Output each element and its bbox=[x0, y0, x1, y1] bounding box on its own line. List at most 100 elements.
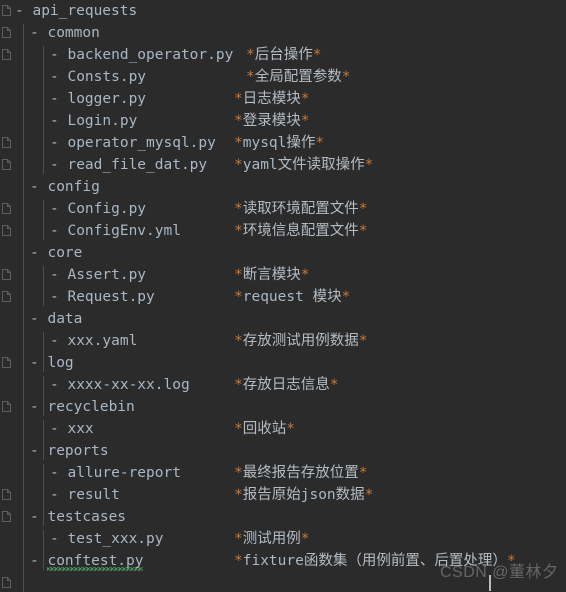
code-line[interactable]: - Request.py *request 模块* bbox=[0, 286, 566, 308]
comment-asterisk: * bbox=[234, 289, 243, 305]
comment-text: 登录模块 bbox=[242, 113, 301, 129]
code-line[interactable]: - xxx *回收站* bbox=[0, 418, 566, 440]
tree-node-label: - log bbox=[30, 355, 74, 371]
inline-comment: *断言模块* bbox=[234, 264, 309, 286]
comment-text: yaml bbox=[242, 157, 278, 173]
comment-text: 存放日志信息 bbox=[242, 377, 330, 393]
comment-asterisk: * bbox=[286, 421, 295, 437]
code-line[interactable]: - ConfigEnv.yml *环境信息配置文件* bbox=[0, 220, 566, 242]
code-editor[interactable]: - api_requests - common - backend_operator… bbox=[0, 0, 566, 592]
comment-text: 操作 bbox=[286, 135, 316, 151]
comment-asterisk: * bbox=[234, 553, 243, 569]
code-line[interactable]: - testcases bbox=[0, 506, 566, 528]
inline-comment: *mysql操作* bbox=[234, 132, 324, 154]
tree-node-label: - core bbox=[30, 245, 83, 261]
inline-comment: *测试用例* bbox=[234, 528, 309, 550]
inline-comment: *yaml文件读取操作* bbox=[234, 154, 373, 176]
comment-asterisk: * bbox=[315, 135, 325, 151]
code-line[interactable]: - reports bbox=[0, 440, 566, 462]
comment-asterisk: * bbox=[234, 113, 243, 129]
comment-asterisk: * bbox=[358, 465, 368, 481]
code-line[interactable]: - test_xxx.py *测试用例* bbox=[0, 528, 566, 550]
code-line[interactable]: - allure-report *最终报告存放位置* bbox=[0, 462, 566, 484]
inline-comment: *request 模块* bbox=[234, 286, 350, 308]
tree-node-label: - Request.py bbox=[50, 289, 155, 305]
comment-text: 最终报告存放位置 bbox=[242, 465, 359, 481]
comment-asterisk: * bbox=[234, 531, 243, 547]
code-line[interactable]: - log bbox=[0, 352, 566, 374]
tree-node-label: - test_xxx.py bbox=[50, 531, 164, 547]
comment-asterisk: * bbox=[300, 113, 310, 129]
code-line[interactable]: - backend_operator.py *后台操作* bbox=[0, 44, 566, 66]
comment-asterisk: * bbox=[341, 69, 351, 85]
code-line[interactable]: - api_requests bbox=[0, 0, 566, 22]
tree-node-label: - Consts.py bbox=[50, 69, 147, 85]
comment-text: 后台操作 bbox=[254, 47, 313, 63]
code-line[interactable]: - read_file_dat.py *yaml文件读取操作* bbox=[0, 154, 566, 176]
comment-asterisk: * bbox=[234, 91, 243, 107]
comment-text: 函数集（用例前置、后置处理） bbox=[303, 553, 507, 569]
tree-node-label: - common bbox=[30, 25, 100, 41]
inline-comment: *读取环境配置文件* bbox=[234, 198, 367, 220]
tree-node-label: - Login.py bbox=[50, 113, 138, 129]
comment-asterisk: * bbox=[364, 487, 374, 503]
comment-asterisk: * bbox=[341, 289, 351, 305]
comment-text: json bbox=[300, 487, 336, 503]
inline-comment: *报告原始json数据* bbox=[234, 484, 373, 506]
code-line[interactable]: - operator_mysql.py *mysql操作* bbox=[0, 132, 566, 154]
inline-comment: *最终报告存放位置* bbox=[234, 462, 367, 484]
comment-text: 回收站 bbox=[242, 421, 287, 437]
code-line[interactable]: - Consts.py *全局配置参数* bbox=[0, 66, 566, 88]
comment-text: 模块 bbox=[303, 289, 342, 305]
code-line[interactable]: - Config.py *读取环境配置文件* bbox=[0, 198, 566, 220]
code-content-area[interactable]: - api_requests - common - backend_operator… bbox=[0, 0, 566, 592]
code-line[interactable]: - data bbox=[0, 308, 566, 330]
code-line[interactable]: - result *报告原始json数据* bbox=[0, 484, 566, 506]
comment-asterisk: * bbox=[329, 377, 339, 393]
comment-asterisk: * bbox=[358, 223, 368, 239]
comment-asterisk: * bbox=[300, 531, 310, 547]
comment-text: 断言模块 bbox=[242, 267, 301, 283]
code-line[interactable]: - Login.py *登录模块* bbox=[0, 110, 566, 132]
comment-asterisk: * bbox=[312, 47, 322, 63]
comment-asterisk: * bbox=[234, 465, 243, 481]
code-line[interactable]: - Assert.py *断言模块* bbox=[0, 264, 566, 286]
code-line[interactable]: - conftest.py *fixture函数集（用例前置、后置处理）* bbox=[0, 550, 566, 572]
comment-text: 全局配置参数 bbox=[254, 69, 342, 85]
comment-text: 环境信息配置文件 bbox=[242, 223, 359, 239]
code-line[interactable]: - common bbox=[0, 22, 566, 44]
comment-asterisk: * bbox=[234, 267, 243, 283]
comment-text: 存放测试用例数据 bbox=[242, 333, 359, 349]
inline-comment: *后台操作* bbox=[246, 44, 321, 66]
comment-asterisk: * bbox=[358, 201, 368, 217]
code-line[interactable]: - xxxx-xx-xx.log *存放日志信息* bbox=[0, 374, 566, 396]
comment-asterisk: * bbox=[246, 69, 255, 85]
code-line[interactable]: - recyclebin bbox=[0, 396, 566, 418]
indent-guide bbox=[23, 24, 24, 592]
tree-node-label: - data bbox=[30, 311, 83, 327]
comment-text: request bbox=[242, 289, 304, 305]
code-line[interactable]: - xxx.yaml *存放测试用例数据* bbox=[0, 330, 566, 352]
tree-node-label: - xxxx-xx-xx.log bbox=[50, 377, 190, 393]
code-line[interactable]: - config bbox=[0, 176, 566, 198]
inline-comment: *回收站* bbox=[234, 418, 295, 440]
code-line[interactable]: - logger.py *日志模块* bbox=[0, 88, 566, 110]
comment-asterisk: * bbox=[234, 135, 243, 151]
tree-node-label: - conftest.py bbox=[30, 553, 144, 569]
tree-node-label: - allure-report bbox=[50, 465, 181, 481]
comment-asterisk: * bbox=[234, 421, 243, 437]
tree-node-label: - recyclebin bbox=[30, 399, 135, 415]
indent-guide bbox=[43, 266, 44, 306]
inline-comment: *全局配置参数* bbox=[246, 66, 350, 88]
indent-guide bbox=[43, 530, 44, 570]
comment-text: mysql bbox=[242, 135, 287, 151]
comment-asterisk: * bbox=[246, 47, 255, 63]
comment-text: 测试用例 bbox=[242, 531, 301, 547]
comment-text: 数据 bbox=[335, 487, 365, 503]
code-line[interactable]: - core bbox=[0, 242, 566, 264]
tree-node-label: - api_requests bbox=[15, 3, 138, 19]
text-caret bbox=[489, 575, 491, 591]
inline-comment: *存放日志信息* bbox=[234, 374, 338, 396]
tree-node-label: - xxx bbox=[50, 421, 94, 437]
comment-text: fixture bbox=[242, 553, 304, 569]
